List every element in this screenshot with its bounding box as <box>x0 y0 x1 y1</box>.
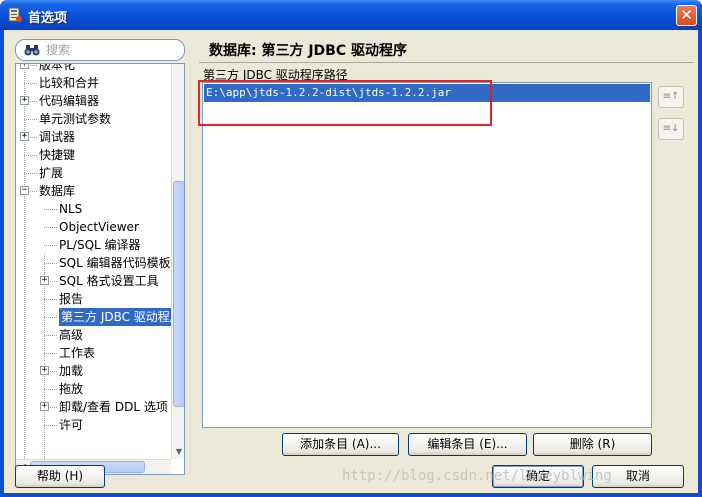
tree-item-label: 快捷键 <box>39 148 76 162</box>
move-down-button[interactable]: ≡↓ <box>658 118 684 140</box>
tree-guide-line <box>24 173 37 174</box>
preferences-tree: + 版本化比较和合并 + 代码编辑器单元测试参数 + 调试器快捷键扩展 − 数据库 NLS Obj… <box>15 63 185 475</box>
collapse-icon[interactable]: − <box>20 186 29 195</box>
tree-item-label: 单元测试参数 <box>39 112 112 126</box>
tree-guide-line <box>24 119 37 120</box>
annotation-highlight <box>198 80 492 126</box>
tree-item[interactable]: + SQL 格式设置工具 <box>16 272 171 290</box>
title-bar[interactable]: 首选项 ✕ <box>0 0 702 30</box>
tree-item[interactable]: + 代码编辑器 <box>16 92 171 110</box>
tree-item[interactable]: + 调试器 <box>16 128 171 146</box>
tree-item-label: 比较和合并 <box>39 76 100 90</box>
tree-item-label: SQL 格式设置工具 <box>59 274 159 288</box>
tree-item-label: 高级 <box>59 328 84 342</box>
tree-item[interactable]: PL/SQL 编译器 <box>16 236 171 254</box>
tree-item-label: 拖放 <box>59 382 84 396</box>
window-title: 首选项 <box>28 11 68 26</box>
close-icon: ✕ <box>680 6 693 24</box>
tree-item[interactable]: 许可 <box>16 416 171 434</box>
move-up-icon: ≡↑ <box>662 91 680 102</box>
tree-guide-line <box>44 227 57 228</box>
tree-item[interactable]: + 加载 <box>16 362 171 380</box>
window-frame <box>0 493 702 497</box>
expand-icon[interactable]: + <box>20 64 29 69</box>
page-title: 数据库: 第三方 JDBC 驱动程序 <box>209 43 407 59</box>
tree-item[interactable]: + 卸载/查看 DDL 选项 <box>16 398 171 416</box>
tree-item-label: 扩展 <box>39 166 64 180</box>
tree-item-label: 工作表 <box>59 346 96 360</box>
tree-item-label: 数据库 <box>39 184 76 198</box>
tree-item-label: ObjectViewer <box>59 220 139 234</box>
preferences-window: 首选项 ✕ + 版本化比较和合并 + 代码编辑器单元测试参数 + 调试器快捷键扩展 − 数据库… <box>0 0 702 497</box>
edit-entry-button[interactable]: 编辑条目 (E)... <box>408 433 527 456</box>
tree-item[interactable]: − 数据库 <box>16 182 171 200</box>
add-entry-button[interactable]: 添加条目 (A)... <box>282 433 399 456</box>
tree-item[interactable]: 第三方 JDBC 驱动程序 <box>16 308 171 326</box>
tree-item[interactable]: SQL 编辑器代码模板 <box>16 254 171 272</box>
move-down-icon: ≡↓ <box>662 123 680 134</box>
tree-item[interactable]: 比较和合并 <box>16 74 171 92</box>
scroll-down-arrow-icon[interactable]: ▼ <box>173 446 184 458</box>
expand-icon[interactable]: + <box>20 132 29 141</box>
expand-icon[interactable]: + <box>40 366 49 375</box>
tree-item-label: 加载 <box>59 364 84 378</box>
vertical-scrollbar[interactable]: ▼ <box>171 64 184 459</box>
driver-path-list[interactable]: E:\app\jtds-1.2.2-dist\jtds-1.2.2.jar <box>202 82 652 428</box>
delete-button[interactable]: 删除 (R) <box>533 433 652 456</box>
tree-item[interactable]: NLS <box>16 200 171 218</box>
vertical-scroll-thumb[interactable] <box>173 181 184 407</box>
tree-item[interactable]: 工作表 <box>16 344 171 362</box>
move-up-button[interactable]: ≡↑ <box>658 86 684 108</box>
tree-guide-line <box>44 353 57 354</box>
app-icon <box>8 7 22 22</box>
tree-list: + 版本化比较和合并 + 代码编辑器单元测试参数 + 调试器快捷键扩展 − 数据库 NLS Obj… <box>16 64 171 459</box>
help-button[interactable]: 帮助 (H) <box>15 465 105 488</box>
search-input[interactable] <box>46 42 176 58</box>
search-box[interactable] <box>15 39 185 61</box>
tree-item-label: NLS <box>59 202 83 216</box>
divider <box>199 62 694 63</box>
tree-item-label: 第三方 JDBC 驱动程序 <box>59 308 171 326</box>
expand-icon[interactable]: + <box>40 402 49 411</box>
tree-guide-line <box>44 245 57 246</box>
tree-item[interactable]: 扩展 <box>16 164 171 182</box>
tree-item-label: 报告 <box>59 292 84 306</box>
tree-guide-line <box>24 155 37 156</box>
tree-guide-line <box>44 425 57 426</box>
tree-item-label: 许可 <box>59 418 84 432</box>
tree-guide-line <box>44 263 57 264</box>
tree-guide-line <box>44 317 57 318</box>
tree-guide-line <box>44 209 57 210</box>
tree-item-label: SQL 编辑器代码模板 <box>59 256 171 270</box>
tree-item[interactable]: 拖放 <box>16 380 171 398</box>
dialog-body: + 版本化比较和合并 + 代码编辑器单元测试参数 + 调试器快捷键扩展 − 数据库 NLS Obj… <box>4 30 698 493</box>
tree-guide-line <box>44 335 57 336</box>
tree-guide-line <box>44 389 57 390</box>
tree-item-label: 卸载/查看 DDL 选项 <box>59 400 168 414</box>
watermark: http://blog.csdn.net/loveyblwing <box>342 468 612 484</box>
tree-item[interactable]: 报告 <box>16 290 171 308</box>
tree-item-label: 版本化 <box>39 64 76 72</box>
tree-item[interactable]: 单元测试参数 <box>16 110 171 128</box>
tree-item-label: PL/SQL 编译器 <box>59 238 141 252</box>
tree-item[interactable]: + 版本化 <box>16 64 171 74</box>
tree-guide-line <box>44 299 57 300</box>
expand-icon[interactable]: + <box>40 276 49 285</box>
tree-item-label: 调试器 <box>39 130 76 144</box>
binoculars-icon <box>24 45 40 56</box>
close-button[interactable]: ✕ <box>676 5 697 26</box>
tree-item[interactable]: 高级 <box>16 326 171 344</box>
tree-item-label: 代码编辑器 <box>39 94 100 108</box>
expand-icon[interactable]: + <box>20 96 29 105</box>
tree-item[interactable]: ObjectViewer <box>16 218 171 236</box>
tree-guide-line <box>24 83 37 84</box>
tree-item[interactable]: 快捷键 <box>16 146 171 164</box>
